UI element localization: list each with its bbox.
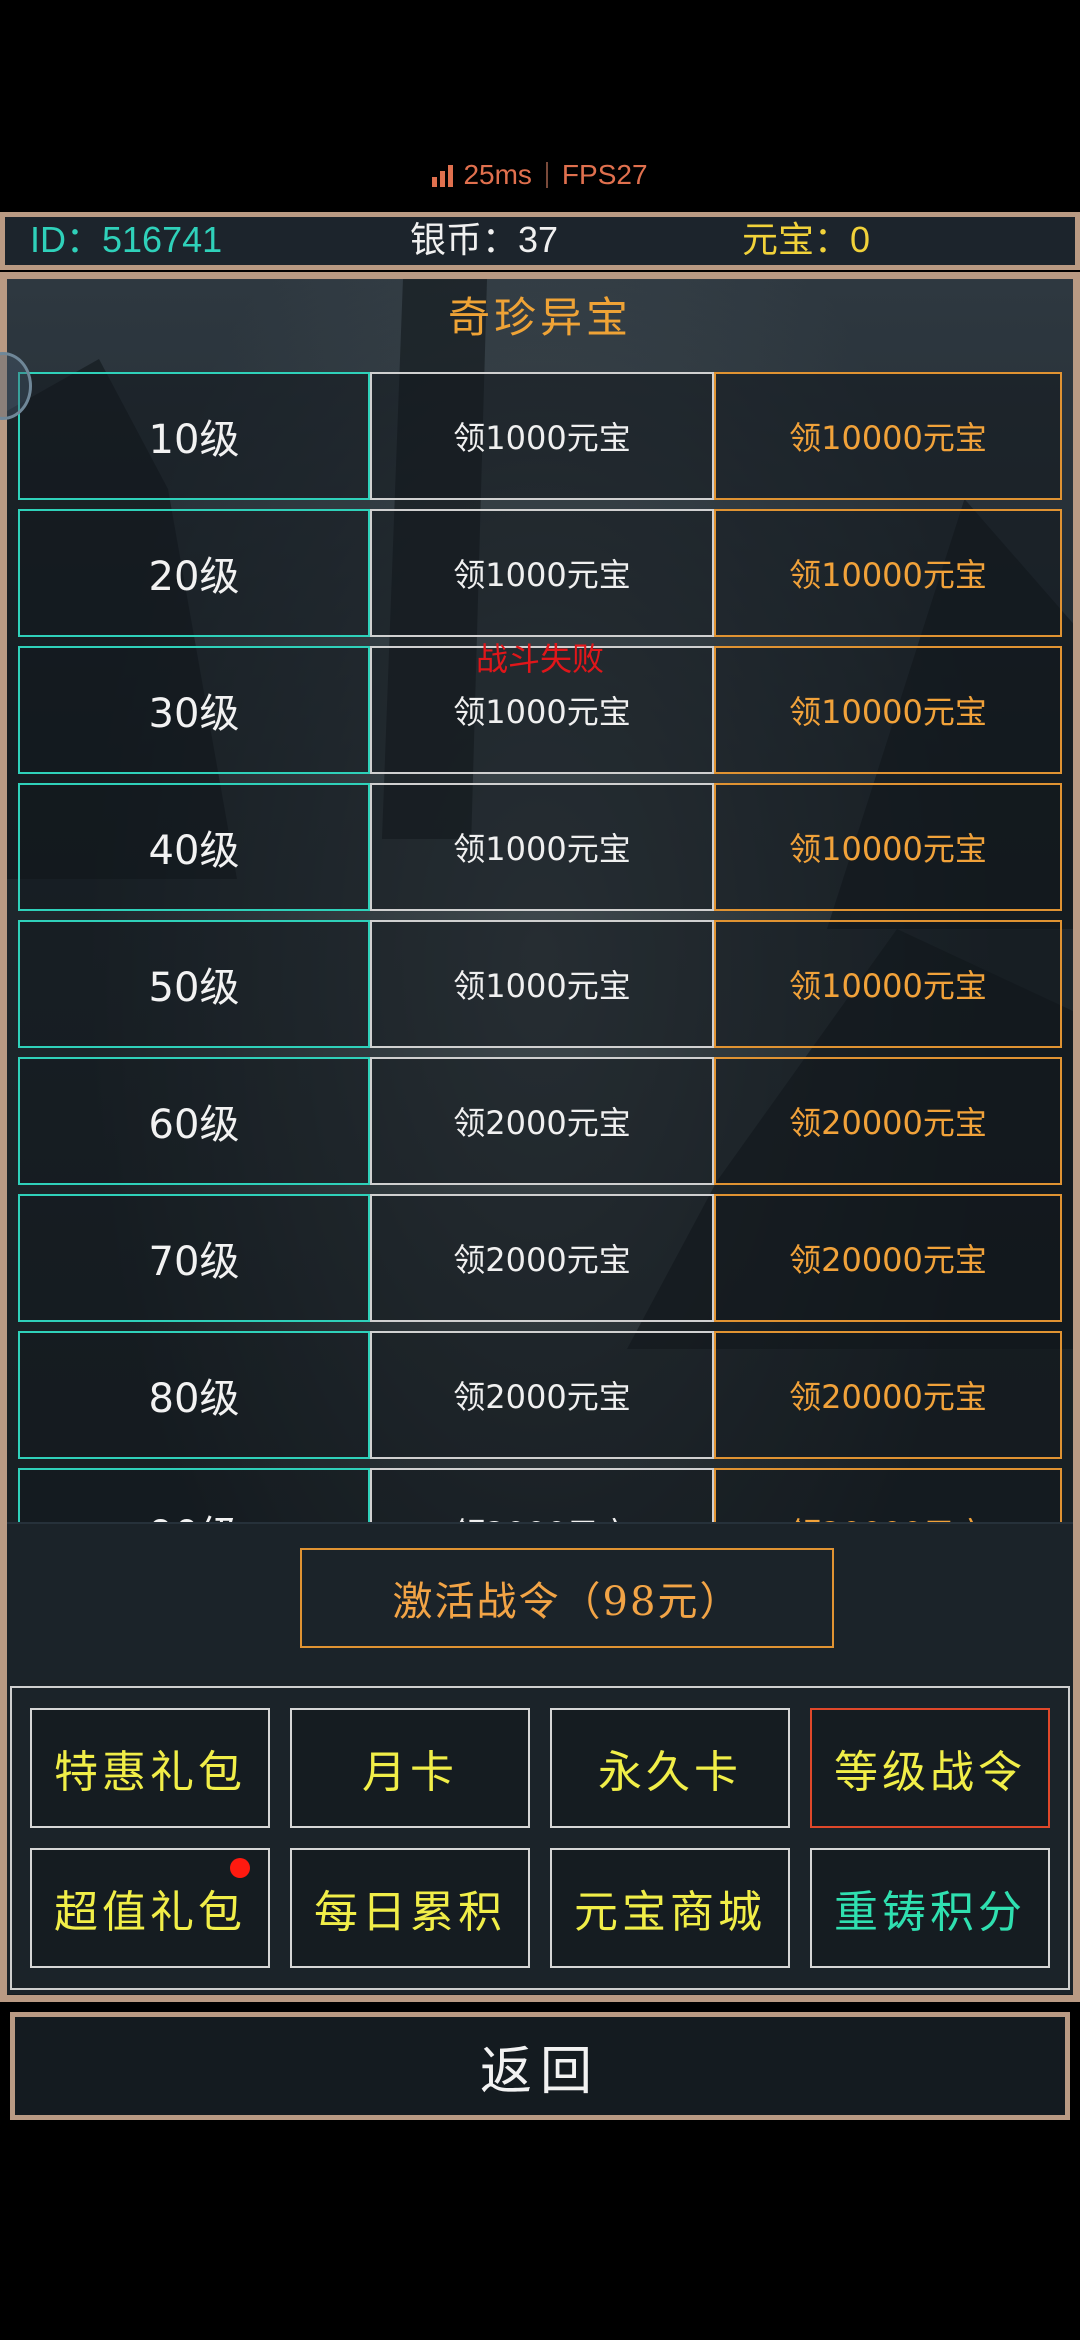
level-cell: 70级 xyxy=(18,1194,370,1322)
reward-row: 40级 领1000元宝 领10000元宝 xyxy=(18,783,1062,911)
level-cell: 60级 xyxy=(18,1057,370,1185)
reward-row: 60级 领2000元宝 领20000元宝 xyxy=(18,1057,1062,1185)
level-cell: 20级 xyxy=(18,509,370,637)
status-divider xyxy=(545,162,548,188)
reward-grid[interactable]: 10级 领1000元宝 领10000元宝 20级 领1000元宝 领10000元… xyxy=(18,372,1062,1522)
shop-tabs: 特惠礼包 月卡 永久卡 等级战令 超值礼包 每日累积 元宝商城 重铸积分 xyxy=(10,1686,1070,1990)
level-cell: 50级 xyxy=(18,920,370,1048)
premium-reward-button[interactable]: 领20000元宝 xyxy=(714,1194,1062,1322)
reward-row: 20级 领1000元宝 领10000元宝 xyxy=(18,509,1062,637)
tab-reforge-points[interactable]: 重铸积分 xyxy=(810,1848,1050,1968)
free-reward-button[interactable]: 领2000元宝 xyxy=(370,1194,714,1322)
tab-gold-shop[interactable]: 元宝商城 xyxy=(550,1848,790,1968)
free-reward-button[interactable]: 领2000元宝 xyxy=(370,1057,714,1185)
premium-reward-button[interactable]: 领10000元宝 xyxy=(714,920,1062,1048)
reward-row: 50级 领1000元宝 领10000元宝 xyxy=(18,920,1062,1048)
free-reward-button[interactable]: 领1000元宝 xyxy=(370,920,714,1048)
gold-count: 元宝：0 xyxy=(742,219,871,260)
fps-text: FPS27 xyxy=(561,159,648,190)
premium-reward-button[interactable]: 领10000元宝 xyxy=(714,509,1062,637)
battle-result-text: 战斗失败 xyxy=(475,640,604,678)
ping-text: 25ms xyxy=(463,159,532,190)
tab-daily-accumulate[interactable]: 每日累积 xyxy=(290,1848,530,1968)
silver-count: 银币：37 xyxy=(410,219,559,260)
reward-row: 70级 领2000元宝 领20000元宝 xyxy=(18,1194,1062,1322)
reward-row: 90级 领2000元宝 领20000元宝 xyxy=(18,1468,1062,1522)
tab-monthly-card[interactable]: 月卡 xyxy=(290,1708,530,1828)
premium-reward-button[interactable]: 领10000元宝 xyxy=(714,646,1062,774)
free-reward-button[interactable]: 领1000元宝 xyxy=(370,372,714,500)
network-status: 25ms FPS27 xyxy=(0,150,1080,200)
level-cell: 40级 xyxy=(18,783,370,911)
panel-title: 奇珍异宝 xyxy=(447,293,632,342)
premium-reward-button[interactable]: 领10000元宝 xyxy=(714,783,1062,911)
premium-reward-button[interactable]: 领20000元宝 xyxy=(714,1331,1062,1459)
premium-reward-button[interactable]: 领20000元宝 xyxy=(714,1057,1062,1185)
player-id: ID：516741 xyxy=(30,219,223,260)
back-button[interactable]: 返回 xyxy=(10,2012,1070,2120)
level-cell: 30级 xyxy=(18,646,370,774)
free-reward-button[interactable]: 领2000元宝 xyxy=(370,1468,714,1522)
free-reward-button[interactable]: 领1000元宝 xyxy=(370,783,714,911)
signal-icon xyxy=(432,163,454,187)
tab-permanent-card[interactable]: 永久卡 xyxy=(550,1708,790,1828)
tab-level-pass[interactable]: 等级战令 xyxy=(810,1708,1050,1828)
activate-pass-button[interactable]: 激活战令（98元） xyxy=(300,1548,834,1648)
free-reward-button[interactable]: 领2000元宝 xyxy=(370,1331,714,1459)
level-cell: 90级 xyxy=(18,1468,370,1522)
premium-reward-button[interactable]: 领10000元宝 xyxy=(714,372,1062,500)
premium-reward-button[interactable]: 领20000元宝 xyxy=(714,1468,1062,1522)
reward-row: 10级 领1000元宝 领10000元宝 xyxy=(18,372,1062,500)
notification-dot xyxy=(230,1858,250,1878)
level-cell: 10级 xyxy=(18,372,370,500)
tab-special-pack[interactable]: 特惠礼包 xyxy=(30,1708,270,1828)
free-reward-button[interactable]: 领1000元宝 xyxy=(370,509,714,637)
reward-row: 80级 领2000元宝 领20000元宝 xyxy=(18,1331,1062,1459)
level-cell: 80级 xyxy=(18,1331,370,1459)
